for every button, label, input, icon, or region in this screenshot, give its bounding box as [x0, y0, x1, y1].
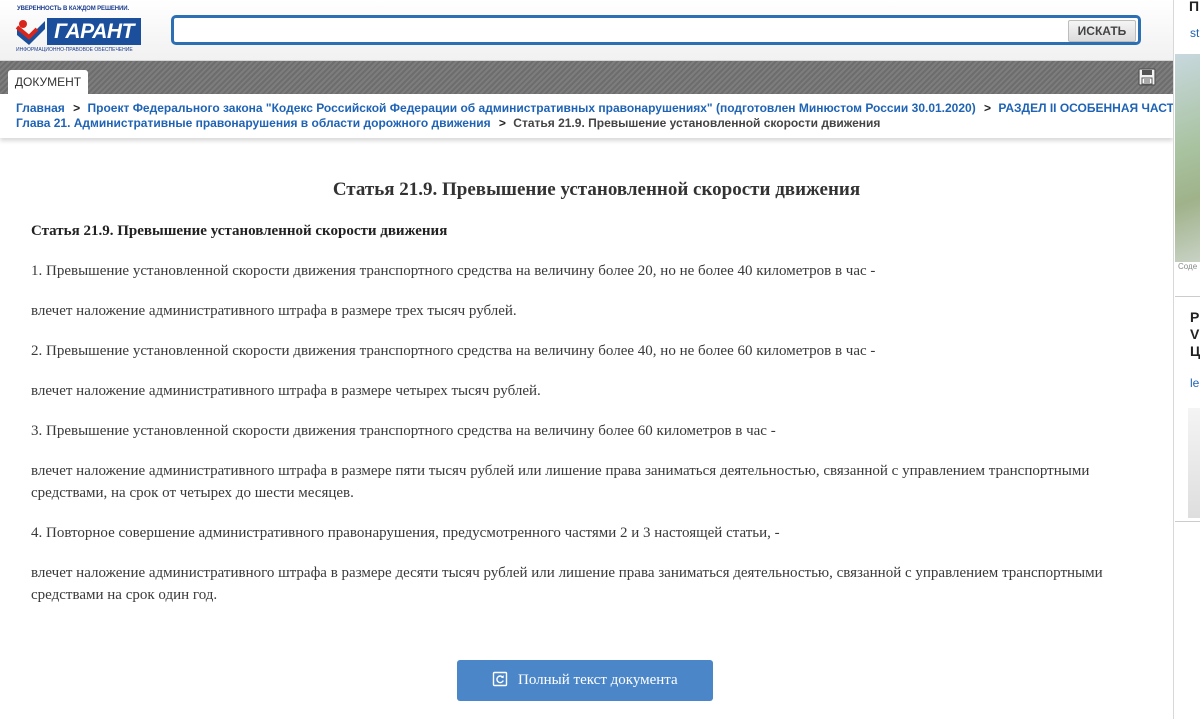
- logo-tagline: УВЕРЕННОСТЬ В КАЖДОМ РЕШЕНИИ.: [17, 6, 130, 12]
- save-icon[interactable]: [1138, 68, 1156, 86]
- article-paragraph: 2. Превышение установленной скорости дви…: [31, 343, 876, 359]
- article-subtitle: Статья 21.9. Превышение установленной ск…: [31, 223, 448, 239]
- main-area: УВЕРЕННОСТЬ В КАЖДОМ РЕШЕНИИ. ГАРАНТ ИНФ…: [0, 0, 1198, 719]
- breadcrumb-current: Статья 21.9. Превышение установленной ск…: [513, 116, 881, 130]
- breadcrumb-home[interactable]: Главная: [16, 101, 65, 115]
- search-input[interactable]: [180, 19, 1064, 45]
- logo-mark-icon: [15, 20, 45, 45]
- document-refresh-icon: [493, 671, 508, 687]
- header-bar: УВЕРЕННОСТЬ В КАЖДОМ РЕШЕНИИ. ГАРАНТ ИНФ…: [0, 0, 1173, 61]
- article-paragraph: 4. Повторное совершение административног…: [31, 525, 780, 541]
- sidebar-link[interactable]: st: [1190, 26, 1199, 40]
- breadcrumb-separator: >: [73, 101, 81, 115]
- sidebar-ad-link[interactable]: le: [1190, 376, 1199, 390]
- full-text-button-label: Полный текст документа: [518, 672, 678, 688]
- breadcrumb-separator: >: [498, 116, 506, 130]
- sidebar-title: П: [1189, 0, 1200, 14]
- tab-document[interactable]: ДОКУМЕНТ: [8, 70, 88, 94]
- logo-brand: ГАРАНТ: [47, 18, 141, 45]
- article-paragraph: влечет наложение административного штраф…: [31, 463, 1090, 501]
- document-tab-bar: [0, 61, 1173, 94]
- article-paragraph: влечет наложение административного штраф…: [31, 303, 517, 319]
- logo-subtitle: ИНФОРМАЦИОННО-ПРАВОВОЕ ОБЕСПЕЧЕНИЕ: [16, 47, 133, 53]
- breadcrumb-chapter[interactable]: Глава 21. Административные правонарушени…: [16, 116, 491, 130]
- sidebar-building-image[interactable]: [1175, 54, 1200, 262]
- breadcrumb-draft-law[interactable]: Проект Федерального закона "Кодекс Росси…: [88, 101, 976, 115]
- search-box: ИСКАТЬ: [171, 15, 1141, 45]
- breadcrumb-section[interactable]: РАЗДЕЛ II ОСОБЕННАЯ ЧАСТЬ: [998, 101, 1182, 115]
- sidebar-caption: Соде: [1178, 262, 1198, 271]
- right-sidebar: П st Соде P V Ц le: [1173, 0, 1200, 719]
- search-button[interactable]: ИСКАТЬ: [1068, 20, 1136, 42]
- article-paragraph: 3. Превышение установленной скорости дви…: [31, 423, 776, 439]
- article-paragraph: влечет наложение административного штраф…: [31, 383, 541, 399]
- full-text-button[interactable]: Полный текст документа: [457, 660, 713, 701]
- garant-logo[interactable]: УВЕРЕННОСТЬ В КАЖДОМ РЕШЕНИИ. ГАРАНТ ИНФ…: [15, 5, 143, 57]
- article-paragraph: влечет наложение административного штраф…: [31, 565, 1103, 603]
- breadcrumb: Главная > Проект Федерального закона "Ко…: [0, 94, 1198, 138]
- breadcrumb-separator: >: [984, 101, 992, 115]
- page-title: Статья 21.9. Превышение установленной ск…: [332, 179, 861, 200]
- sidebar-ad-image: [1188, 408, 1200, 518]
- sidebar-ad-title: P V Ц: [1190, 309, 1200, 359]
- article-paragraph: 1. Превышение установленной скорости дви…: [31, 263, 876, 279]
